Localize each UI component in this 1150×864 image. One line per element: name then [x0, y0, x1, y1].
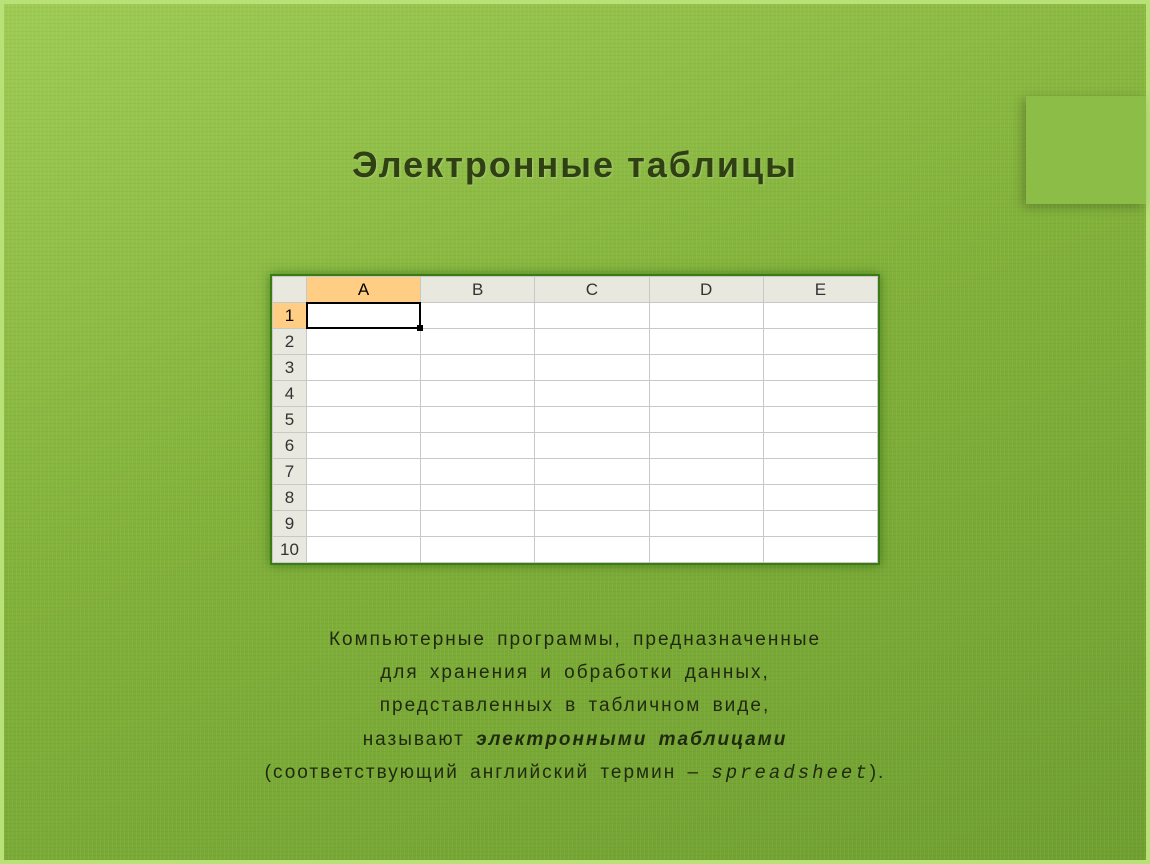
- slide-caption: Компьютерные программы, предназначенные …: [4, 623, 1146, 790]
- cell: [535, 511, 649, 537]
- cell: [306, 511, 420, 537]
- table-row: 7: [273, 459, 878, 485]
- cell: [763, 433, 877, 459]
- table-row: 2: [273, 329, 878, 355]
- cell: [535, 537, 649, 563]
- cell: [306, 433, 420, 459]
- spreadsheet-figure: A B C D E 1 2: [270, 274, 880, 565]
- spreadsheet-grid: A B C D E 1 2: [272, 276, 878, 563]
- row-header-3: 3: [273, 355, 307, 381]
- cell: [421, 407, 535, 433]
- cell: [421, 459, 535, 485]
- cell: [649, 459, 763, 485]
- caption-line-5-suffix: ).: [870, 762, 886, 783]
- row-header-9: 9: [273, 511, 307, 537]
- column-header-row: A B C D E: [273, 277, 878, 303]
- caption-line-3: представленных в табличном виде,: [4, 689, 1146, 722]
- table-row: 9: [273, 511, 878, 537]
- cell: [649, 329, 763, 355]
- cell: [421, 381, 535, 407]
- cell: [306, 355, 420, 381]
- table-row: 10: [273, 537, 878, 563]
- cell: [306, 329, 420, 355]
- cell-B1: [421, 303, 535, 329]
- table-row: 1: [273, 303, 878, 329]
- cell: [421, 433, 535, 459]
- cell: [649, 511, 763, 537]
- slide-title: Электронные таблицы: [4, 144, 1146, 186]
- table-row: 5: [273, 407, 878, 433]
- cell: [421, 537, 535, 563]
- caption-line-4-emph: электронными таблицами: [476, 729, 787, 750]
- col-header-A: A: [306, 277, 420, 303]
- table-row: 4: [273, 381, 878, 407]
- col-header-D: D: [649, 277, 763, 303]
- cell: [763, 459, 877, 485]
- caption-line-4: называют электронными таблицами: [4, 723, 1146, 756]
- row-header-10: 10: [273, 537, 307, 563]
- cell-C1: [535, 303, 649, 329]
- cell: [421, 511, 535, 537]
- caption-line-1: Компьютерные программы, предназначенные: [4, 623, 1146, 656]
- row-header-4: 4: [273, 381, 307, 407]
- corner-cell: [273, 277, 307, 303]
- cell: [763, 329, 877, 355]
- cell: [535, 407, 649, 433]
- cell: [535, 459, 649, 485]
- cell: [535, 355, 649, 381]
- cell: [649, 381, 763, 407]
- caption-line-2: для хранения и обработки данных,: [4, 656, 1146, 689]
- col-header-B: B: [421, 277, 535, 303]
- cell-A1: [306, 303, 420, 329]
- caption-line-5-prefix: (соответствующий английский термин –: [265, 762, 712, 783]
- cell: [306, 485, 420, 511]
- cell: [649, 433, 763, 459]
- cell: [649, 407, 763, 433]
- cell: [306, 537, 420, 563]
- row-header-5: 5: [273, 407, 307, 433]
- cell: [535, 433, 649, 459]
- cell: [763, 485, 877, 511]
- cell: [649, 485, 763, 511]
- caption-line-5: (соответствующий английский термин – spr…: [4, 756, 1146, 790]
- cell: [763, 537, 877, 563]
- col-header-E: E: [763, 277, 877, 303]
- row-header-8: 8: [273, 485, 307, 511]
- caption-line-5-term: spreadsheet: [711, 762, 869, 784]
- cell-D1: [649, 303, 763, 329]
- cell: [535, 485, 649, 511]
- cell: [421, 329, 535, 355]
- cell: [763, 355, 877, 381]
- cell: [763, 407, 877, 433]
- cell: [421, 485, 535, 511]
- table-row: 8: [273, 485, 878, 511]
- cell: [306, 381, 420, 407]
- row-header-2: 2: [273, 329, 307, 355]
- row-header-6: 6: [273, 433, 307, 459]
- row-header-1: 1: [273, 303, 307, 329]
- table-row: 3: [273, 355, 878, 381]
- cell: [306, 407, 420, 433]
- cell: [535, 329, 649, 355]
- cell: [421, 355, 535, 381]
- presentation-slide: Электронные таблицы A B C D E 1: [0, 0, 1150, 864]
- row-header-7: 7: [273, 459, 307, 485]
- cell: [763, 381, 877, 407]
- cell: [763, 511, 877, 537]
- caption-line-4-prefix: называют: [363, 729, 476, 750]
- cell: [649, 355, 763, 381]
- cell: [649, 537, 763, 563]
- col-header-C: C: [535, 277, 649, 303]
- cell-E1: [763, 303, 877, 329]
- table-row: 6: [273, 433, 878, 459]
- cell: [535, 381, 649, 407]
- cell: [306, 459, 420, 485]
